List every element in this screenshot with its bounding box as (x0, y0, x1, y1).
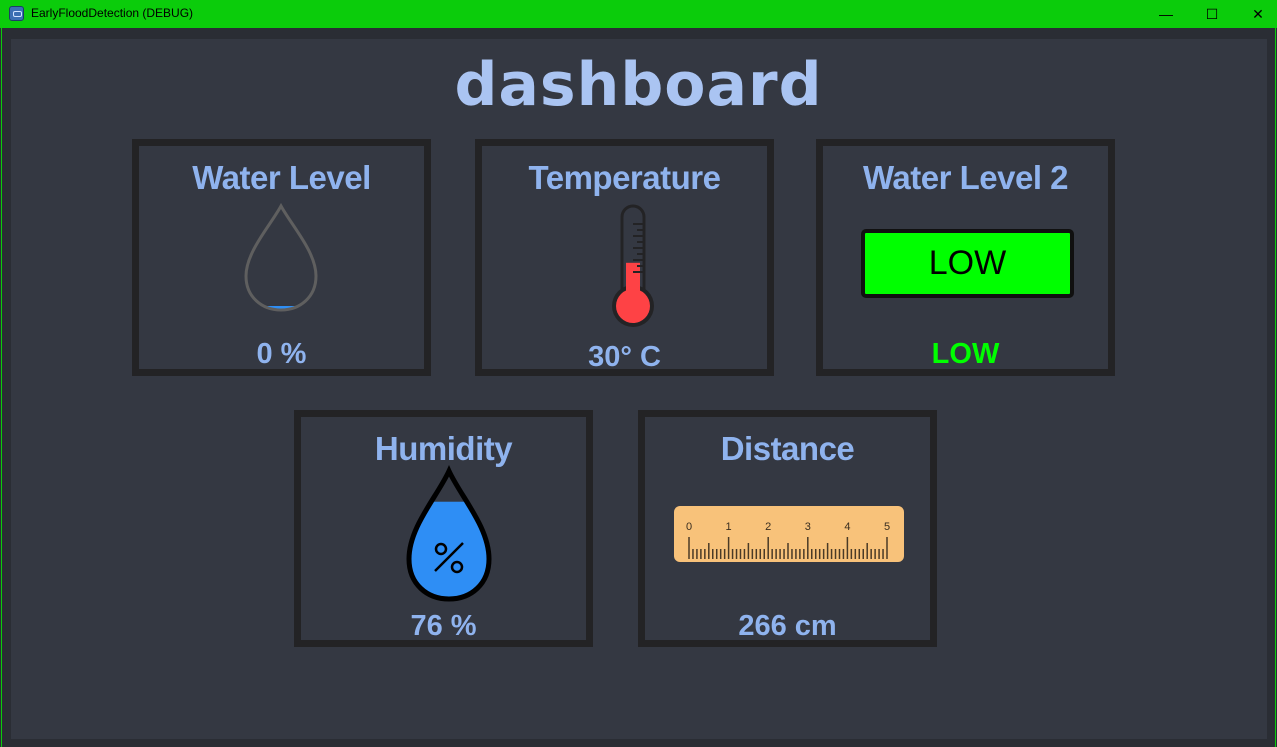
temperature-title: Temperature (528, 159, 721, 196)
ruler-label: 1 (726, 521, 732, 533)
ruler-label: 2 (765, 521, 771, 533)
temperature-card: Temperature 30° C (475, 139, 774, 376)
ruler-label: 4 (844, 521, 850, 533)
water-level-title: Water Level (192, 159, 371, 196)
ruler-label: 3 (805, 521, 811, 533)
ruler-label: 5 (884, 521, 890, 533)
distance-title: Distance (720, 430, 855, 467)
humidity-value: 76 % (410, 610, 477, 642)
water-level-value: 0 % (256, 338, 307, 370)
maximize-icon: ☐ (1205, 5, 1219, 22)
minimize-icon: — (1159, 6, 1173, 22)
window-title: EarlyFloodDetection (DEBUG) (31, 6, 194, 20)
window-titlebar[interactable]: EarlyFloodDetection (DEBUG) — ☐ ✕ (0, 0, 1277, 28)
temperature-value: 30° C (588, 341, 661, 373)
humidity-drop-icon (406, 465, 492, 602)
humidity-card: Humidity 76 % (294, 410, 593, 647)
ruler-icon: 0 1 2 3 4 5 (674, 506, 904, 562)
water-level-2-status-box: LOW (861, 229, 1074, 298)
minimize-button[interactable]: — (1143, 0, 1189, 28)
dashboard-title: dashboard (454, 50, 823, 120)
close-button[interactable]: ✕ (1235, 0, 1277, 28)
water-level-2-title: Water Level 2 (862, 159, 1069, 196)
close-icon: ✕ (1252, 5, 1264, 22)
water-level-2-status-text: LOW (931, 338, 1000, 370)
water-level-card: Water Level 0 % (132, 139, 431, 376)
maximize-button[interactable]: ☐ (1189, 0, 1235, 28)
water-level-2-card: Water Level 2 LOW LOW (816, 139, 1115, 376)
thermometer-icon (612, 204, 654, 327)
distance-value: 266 cm (738, 610, 837, 642)
water-drop-icon (244, 202, 318, 312)
app-icon (9, 6, 24, 21)
distance-card: Distance 0 1 2 3 4 5 266 cm (638, 410, 937, 647)
ruler-label: 0 (686, 521, 692, 533)
